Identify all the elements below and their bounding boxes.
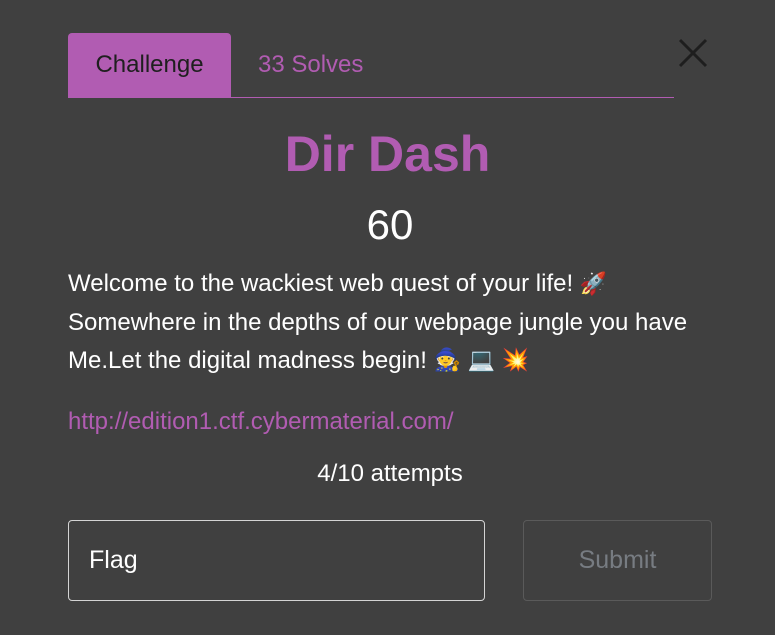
tab-challenge[interactable]: Challenge — [68, 33, 231, 97]
submit-button[interactable]: Submit — [523, 520, 712, 601]
description-line-3: Me.Let the digital madness begin! 🧙 💻 💥 — [68, 342, 748, 381]
laptop-icon: 💻 — [467, 348, 496, 374]
close-icon[interactable] — [678, 38, 708, 68]
tab-solves[interactable]: 33 Solves — [231, 33, 390, 97]
tab-bar: Challenge 33 Solves — [68, 32, 674, 98]
challenge-title: Dir Dash — [284, 126, 491, 182]
challenge-description: Welcome to the wackiest web quest of you… — [68, 265, 748, 380]
challenge-link[interactable]: http://edition1.ctf.cybermaterial.com/ — [68, 408, 454, 436]
collision-icon: 💥 — [501, 348, 530, 374]
description-line-1: Welcome to the wackiest web quest of you… — [68, 265, 748, 304]
description-text-1: Welcome to the wackiest web quest of you… — [68, 270, 580, 297]
description-text-3: Me.Let the digital madness begin! — [68, 346, 434, 374]
challenge-modal: Challenge 33 Solves Dir Dash 60 Welcome … — [0, 0, 775, 635]
description-line-2: Somewhere in the depths of our webpage j… — [68, 308, 688, 336]
attempts-counter: 4/10 attempts — [317, 460, 463, 487]
mage-icon: 🧙 — [433, 348, 461, 374]
challenge-value: 60 — [366, 201, 414, 248]
rocket-icon: 🚀 — [579, 271, 608, 297]
flag-input[interactable] — [68, 520, 485, 601]
